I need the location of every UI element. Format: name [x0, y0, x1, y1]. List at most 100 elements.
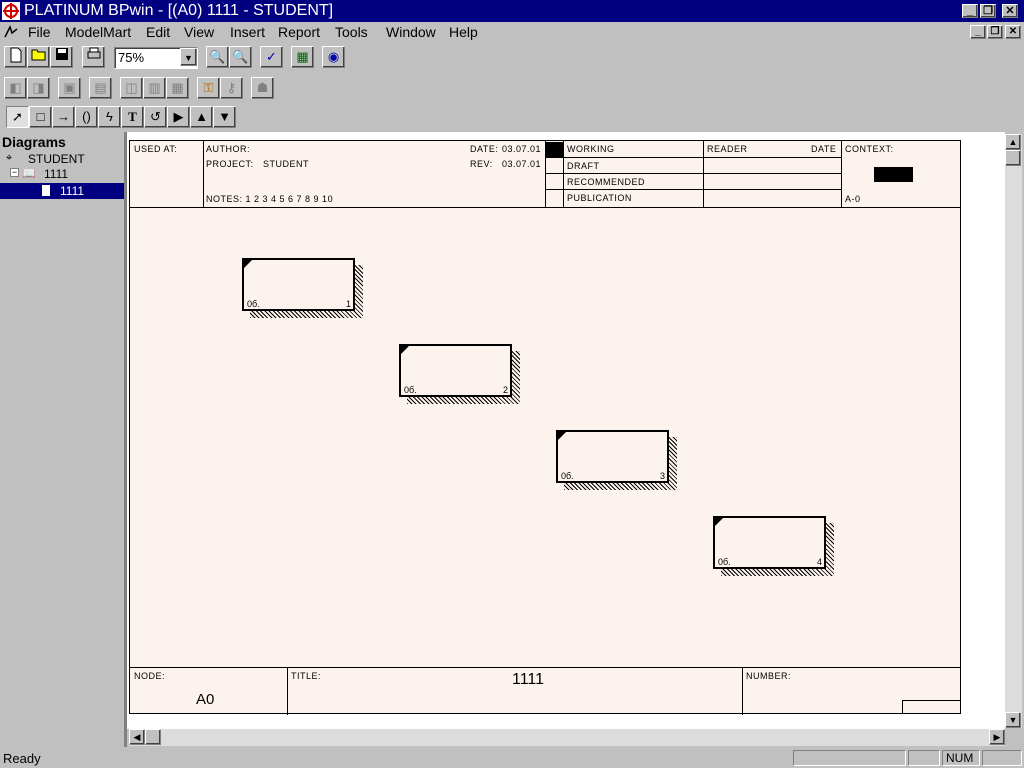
menu-edit[interactable]: Edit — [146, 24, 170, 40]
status-bar: Ready NUM — [0, 748, 1024, 768]
divider — [287, 667, 288, 715]
save-icon[interactable] — [50, 46, 73, 68]
restore-button[interactable]: ❐ — [980, 4, 996, 18]
go-child-icon[interactable]: ▼ — [213, 106, 236, 128]
diagram-title: 1111 — [512, 671, 545, 688]
users-icon[interactable]: ☗ — [251, 77, 274, 99]
activity-box-4[interactable]: 0б. 4 — [713, 516, 826, 569]
model-icon[interactable]: ▥ — [143, 77, 166, 99]
notes-label: NOTES: 1 2 3 4 5 6 7 8 9 10 — [206, 194, 334, 204]
vertical-scrollbar[interactable]: ▲ ▼ — [1005, 134, 1022, 728]
disconnect-icon[interactable]: ◨ — [27, 77, 50, 99]
number-label: NUMBER: — [746, 671, 792, 681]
menu-modelmart[interactable]: ModelMart — [65, 24, 131, 40]
tree-node-child[interactable]: 1111 — [44, 167, 68, 181]
box-corner — [715, 518, 723, 526]
activity-box-1[interactable]: 0б. 1 — [242, 258, 355, 311]
mdi-restore-button[interactable]: ❐ — [987, 25, 1003, 39]
lock-icon[interactable]: ▣ — [58, 77, 81, 99]
security-icon[interactable]: ⚿ — [197, 77, 220, 99]
menu-insert[interactable]: Insert — [230, 24, 265, 40]
scroll-up-icon[interactable]: ▲ — [1005, 134, 1021, 150]
app-icon[interactable] — [2, 2, 20, 20]
divider — [841, 141, 842, 207]
squiggle-tool-icon[interactable]: ϟ — [98, 106, 121, 128]
library-icon[interactable]: ▤ — [89, 77, 112, 99]
text-tool-icon[interactable]: T — [121, 106, 144, 128]
working-marker — [546, 142, 563, 157]
number-box — [902, 700, 960, 714]
divider — [703, 141, 704, 207]
box-label: 0б. — [718, 557, 731, 567]
spell-check-icon[interactable]: ✓ — [260, 46, 283, 68]
status-pane — [908, 750, 940, 766]
diagram-canvas[interactable]: USED AT: AUTHOR: PROJECT: STUDENT NOTES:… — [127, 132, 1005, 729]
num-lock-indicator: NUM — [942, 750, 980, 766]
modelmart-toolbar: ◧ ◨ ▣ ▤ ◫ ▥ ▦ ⚿ ⚷ ☗ — [0, 74, 290, 102]
title-bar: PLATINUM BPwin - [(A0) 1111 - STUDENT] _… — [0, 0, 1024, 22]
rev-label: REV: — [470, 159, 493, 169]
close-button[interactable]: ✕ — [1002, 4, 1018, 18]
collapse-icon[interactable]: − — [10, 168, 19, 177]
undo-icon[interactable]: ↺ — [144, 106, 167, 128]
author-label: AUTHOR: — [206, 144, 250, 154]
mdi-minimize-button[interactable]: _ — [970, 25, 986, 39]
key-icon[interactable]: ⚷ — [220, 77, 243, 99]
standard-toolbar: 75% ▼ 🔍 🔍 ✓ ▦ ◉ — [0, 43, 1024, 71]
open-icon[interactable] — [27, 46, 50, 68]
scroll-down-icon[interactable]: ▼ — [1005, 712, 1021, 728]
go-parent-icon[interactable]: ▲ — [190, 106, 213, 128]
node-value: A0 — [196, 691, 215, 708]
box-label: 0б. — [404, 385, 417, 395]
menu-report[interactable]: Report — [278, 24, 320, 40]
menu-bar: File ModelMart Edit View Insert Report T… — [0, 22, 1024, 42]
zoom-out-icon[interactable]: 🔍 — [229, 46, 252, 68]
connect-icon[interactable]: ◧ — [4, 77, 27, 99]
divider — [563, 141, 564, 207]
modelmart-icon[interactable]: ◉ — [322, 46, 345, 68]
header-divider — [130, 207, 960, 208]
go-sibling-icon[interactable]: ▶ — [167, 106, 190, 128]
menu-file[interactable]: File — [28, 24, 51, 40]
box-label: 0б. — [247, 299, 260, 309]
tree-node-selected[interactable]: 1111 — [0, 183, 124, 199]
status-publication: PUBLICATION — [567, 193, 632, 203]
date-value: 03.07.01 — [502, 144, 542, 154]
arrow-tool-icon[interactable]: → — [52, 106, 75, 128]
grid-icon[interactable]: ▦ — [166, 77, 189, 99]
new-icon[interactable] — [4, 46, 27, 68]
vertical-scroll-thumb[interactable] — [1005, 150, 1021, 166]
chevron-down-icon[interactable]: ▼ — [180, 48, 197, 66]
tree-node-root[interactable]: STUDENT — [28, 152, 85, 166]
menu-tools[interactable]: Tools — [335, 24, 368, 40]
status-text: Ready — [3, 751, 41, 766]
project-value: STUDENT — [263, 159, 309, 169]
menu-help[interactable]: Help — [449, 24, 478, 40]
scroll-left-icon[interactable]: ◀ — [129, 729, 145, 745]
mdi-close-button[interactable]: ✕ — [1005, 25, 1021, 39]
status-pane — [982, 750, 1022, 766]
zoom-dropdown[interactable]: 75% ▼ — [114, 47, 198, 69]
menu-view[interactable]: View — [184, 24, 214, 40]
activity-box-2[interactable]: 0б. 2 — [399, 344, 512, 397]
date-label: DATE: — [470, 144, 499, 154]
drawing-toolbar: ➚ □ → () ϟ T ↺ ▶ ▲ ▼ — [0, 104, 244, 132]
print-icon[interactable] — [82, 46, 105, 68]
tunnel-tool-icon[interactable]: () — [75, 106, 98, 128]
node-label: NODE: — [134, 671, 166, 681]
merge-icon[interactable]: ◫ — [120, 77, 143, 99]
scroll-right-icon[interactable]: ▶ — [989, 729, 1005, 745]
document-icon[interactable] — [2, 23, 20, 41]
pointer-icon[interactable]: ➚ — [6, 106, 29, 128]
model-explorer-icon[interactable]: ▦ — [291, 46, 314, 68]
horizontal-scroll-thumb[interactable] — [145, 729, 161, 745]
box-tool-icon[interactable]: □ — [29, 106, 52, 128]
zoom-in-icon[interactable]: 🔍 — [206, 46, 229, 68]
minimize-button[interactable]: _ — [962, 4, 978, 18]
tree-node-leaf: 1111 — [60, 184, 85, 198]
context-box — [874, 167, 913, 182]
activity-box-3[interactable]: 0б. 3 — [556, 430, 669, 483]
menu-window[interactable]: Window — [386, 24, 436, 40]
box-corner — [401, 346, 409, 354]
horizontal-scrollbar[interactable]: ◀ ▶ — [129, 729, 1005, 746]
